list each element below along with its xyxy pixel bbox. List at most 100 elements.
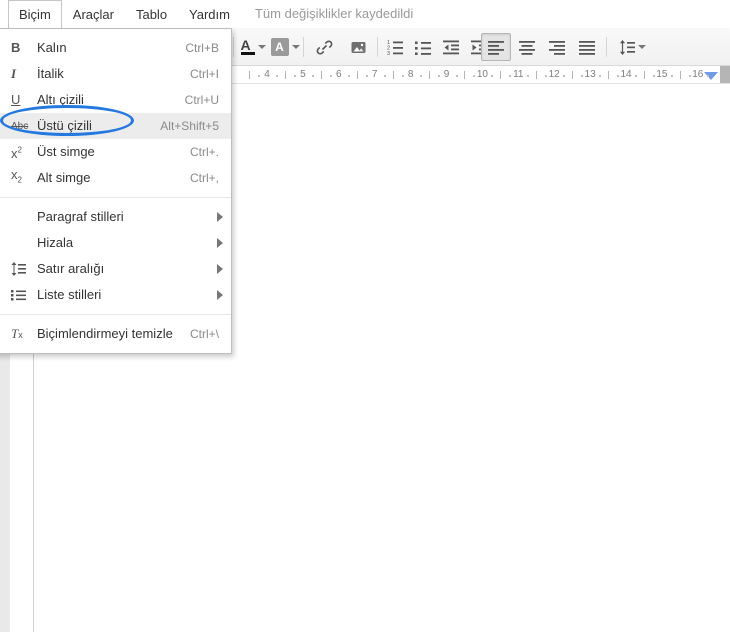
- text-color-caret-icon: [258, 45, 266, 49]
- ruler-tick: [572, 71, 573, 79]
- submenu-arrow-icon: [217, 212, 223, 222]
- menu-item-italic[interactable]: IİtalikCtrl+I: [0, 61, 231, 87]
- italic-icon: I: [11, 61, 37, 87]
- toolbar-separator: [233, 37, 234, 57]
- menu-item-label: Paragraf stilleri: [37, 204, 231, 230]
- menu-araclar[interactable]: Araçlar: [62, 1, 125, 28]
- ruler-number: 13: [585, 69, 596, 80]
- menu-item-paragraph-styles[interactable]: Paragraf stilleri: [0, 204, 231, 230]
- clear-formatting-icon: Tx: [11, 321, 37, 348]
- line-spacing-button[interactable]: [613, 33, 651, 61]
- align-center-button[interactable]: [513, 33, 541, 61]
- menu-item-list-styles[interactable]: Liste stilleri: [0, 282, 231, 308]
- ruler-tick: [357, 71, 358, 79]
- toolbar-separator: [303, 37, 304, 57]
- ruler-tick: [249, 71, 250, 79]
- menu-item-align[interactable]: Hizala: [0, 230, 231, 256]
- ruler-dot: [653, 75, 655, 77]
- ruler-number: 5: [300, 69, 306, 80]
- ruler-dot: [689, 75, 691, 77]
- ruler-dot: [617, 75, 619, 77]
- text-color-button[interactable]: A: [238, 33, 268, 61]
- ruler-dot: [276, 75, 278, 77]
- ruler-dot: [599, 75, 601, 77]
- menu-item-strikethrough[interactable]: AbcÜstü çiziliAlt+Shift+5: [0, 113, 231, 139]
- ruler-number: 15: [656, 69, 667, 80]
- ruler-dot: [294, 75, 296, 77]
- save-status: Tüm değişiklikler kaydedildi: [255, 0, 413, 27]
- ruler-dot: [509, 75, 511, 77]
- ruler-dot: [258, 75, 260, 77]
- ruler-right-margin-zone: [720, 66, 730, 83]
- menu-tablo[interactable]: Tablo: [125, 1, 178, 28]
- menu-item-label: Üstü çizili: [37, 113, 160, 139]
- svg-text:3: 3: [387, 51, 390, 55]
- submenu-arrow-icon: [217, 264, 223, 274]
- ruler-dot: [563, 75, 565, 77]
- align-left-button[interactable]: [481, 33, 511, 61]
- menu-item-label: Liste stilleri: [37, 282, 231, 308]
- insert-image-button[interactable]: [343, 33, 373, 61]
- line-spacing-caret-icon: [638, 45, 646, 49]
- numbered-list-button[interactable]: 123: [382, 33, 408, 61]
- ruler-dot: [473, 75, 475, 77]
- menu-item-clear-formatting[interactable]: TxBiçimlendirmeyi temizleCtrl+\: [0, 321, 231, 347]
- menu-bar: BiçimAraçlarTabloYardım Tüm değişiklikler…: [0, 0, 730, 28]
- subscript-icon: x2: [11, 162, 37, 194]
- insert-link-button[interactable]: [309, 33, 339, 61]
- ruler-tick: [644, 71, 645, 79]
- ruler-tick: [680, 71, 681, 79]
- ruler-dot: [671, 75, 673, 77]
- ruler-number: 10: [477, 69, 488, 80]
- menu-item-shortcut: Ctrl+I: [190, 61, 231, 87]
- line-spacing-icon: [11, 262, 37, 276]
- ruler-tick: [393, 71, 394, 79]
- menu-item-bold[interactable]: BKalınCtrl+B: [0, 35, 231, 61]
- menu-item-shortcut: Ctrl+B: [185, 35, 231, 61]
- menu-item-label: Hizala: [37, 230, 231, 256]
- menu-bicim[interactable]: Biçim: [8, 0, 62, 29]
- format-menu-dropdown: BKalınCtrl+BIİtalikCtrl+IUAltı çiziliCtr…: [0, 28, 232, 354]
- menu-item-shortcut: Ctrl+,: [190, 165, 231, 191]
- ruler-dot: [384, 75, 386, 77]
- ruler-dot: [312, 75, 314, 77]
- menu-item-label: Kalın: [37, 35, 185, 61]
- menu-item-label: Biçimlendirmeyi temizle: [37, 321, 190, 347]
- ruler-tick: [464, 71, 465, 79]
- menu-item-underline[interactable]: UAltı çiziliCtrl+U: [0, 87, 231, 113]
- menu-item-subscript[interactable]: x2Alt simgeCtrl+,: [0, 165, 231, 191]
- menu-item-superscript[interactable]: x2Üst simgeCtrl+.: [0, 139, 231, 165]
- ruler-dot: [527, 75, 529, 77]
- menu-yardim[interactable]: Yardım: [178, 1, 241, 28]
- ruler-dot: [545, 75, 547, 77]
- strikethrough-icon: Abc: [11, 112, 37, 140]
- ruler-tick: [285, 71, 286, 79]
- menu-item-label: Altı çizili: [37, 87, 185, 113]
- underline-icon: U: [11, 87, 37, 113]
- ruler-tick: [321, 71, 322, 79]
- bulleted-list-button[interactable]: [410, 33, 436, 61]
- toolbar-separator: [377, 37, 378, 57]
- ruler-dot: [330, 75, 332, 77]
- menu-item-shortcut: Ctrl+U: [185, 87, 231, 113]
- align-right-button[interactable]: [543, 33, 571, 61]
- ruler-dot: [707, 75, 709, 77]
- ruler-tick: [536, 71, 537, 79]
- ruler-number: 16: [692, 69, 703, 80]
- ruler-dot: [581, 75, 583, 77]
- justify-button[interactable]: [573, 33, 601, 61]
- ruler-number: 9: [444, 69, 450, 80]
- ruler-number: 8: [408, 69, 414, 80]
- ruler-dot: [438, 75, 440, 77]
- google-docs-window: k, insan mutluluğunun öncelik taşıyan bi…: [0, 0, 730, 632]
- menu-item-label: Alt simge: [37, 165, 190, 191]
- submenu-arrow-icon: [217, 290, 223, 300]
- ruler-dot: [420, 75, 422, 77]
- menu-item-label: Satır aralığı: [37, 256, 231, 282]
- menu-item-label: İtalik: [37, 61, 190, 87]
- menu-item-line-spacing[interactable]: Satır aralığı: [0, 256, 231, 282]
- decrease-indent-button[interactable]: [438, 33, 464, 61]
- ruler-dot: [456, 75, 458, 77]
- ruler-number: 14: [620, 69, 631, 80]
- highlight-color-button[interactable]: A: [270, 33, 300, 61]
